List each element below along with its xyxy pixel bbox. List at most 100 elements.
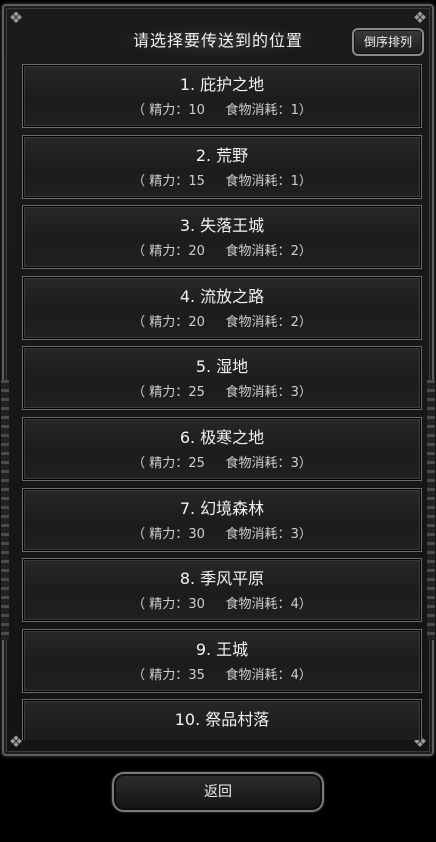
location-item[interactable]: 8. 季风平原（ 精力：30 食物消耗：4） <box>22 558 422 623</box>
energy-value: 25 <box>188 456 205 471</box>
location-name: 2. 荒野 <box>195 145 249 165</box>
colon: ： <box>277 597 291 613</box>
colon: ： <box>175 103 189 118</box>
energy-value: 20 <box>188 244 205 260</box>
location-name: 6. 极寒之地 <box>179 428 265 447</box>
colon: ： <box>277 667 291 683</box>
energy-value: 25 <box>188 385 205 401</box>
energy-value: 30 <box>188 526 205 542</box>
location-name: 8. 季风平原 <box>179 569 265 589</box>
location-name: 7. 幻境森林 <box>179 498 265 518</box>
location-item[interactable]: 3. 失落王城（ 精力：20 食物消耗：2） <box>22 205 422 270</box>
colon: ： <box>175 526 189 542</box>
paren-open: （ <box>132 385 150 401</box>
location-cost: （ 精力：25 食物消耗：3） <box>23 455 421 473</box>
paren-close: ） <box>298 244 312 260</box>
energy-label: 精力 <box>149 667 176 683</box>
food-label: 食物消耗 <box>225 597 278 613</box>
location-item[interactable]: 6. 极寒之地 （ 精力：25 食物消耗：3） <box>22 417 422 481</box>
location-cost: （ 精力：15 食物消耗：1） <box>23 173 421 191</box>
food-value: 3 <box>290 526 299 542</box>
paren-open: （ <box>132 597 150 613</box>
location-cost: （ 精力：25 食物消耗：3） <box>23 384 421 402</box>
food-value: 4 <box>290 667 299 683</box>
food-label: 食物消耗 <box>225 456 278 471</box>
energy-label: 精力 <box>149 103 176 118</box>
paren-close: ） <box>298 456 312 471</box>
colon: ： <box>277 103 291 118</box>
location-cost: （ 精力：10 食物消耗：1） <box>23 102 421 120</box>
paren-open: （ <box>132 667 150 683</box>
location-item[interactable]: 4. 流放之路（ 精力：20 食物消耗：2） <box>22 275 422 340</box>
paren-close: ） <box>298 385 312 401</box>
energy-value: 10 <box>188 103 205 118</box>
energy-label: 精力 <box>149 526 176 542</box>
energy-label: 精力 <box>149 456 176 471</box>
energy-label: 精力 <box>149 597 176 613</box>
paren-open: （ <box>132 526 150 542</box>
reverse-sort-button[interactable]: 倒序排列 <box>352 28 424 56</box>
paren-close: ） <box>298 173 312 189</box>
colon: ： <box>277 385 291 401</box>
corner-ornament-icon: ❖ <box>8 8 24 27</box>
colon: ： <box>175 385 189 401</box>
location-cost: （ 精力：20 食物消耗：2） <box>23 243 421 261</box>
paren-open: （ <box>132 456 150 471</box>
food-label: 食物消耗 <box>225 526 278 542</box>
paren-open: （ <box>132 314 150 330</box>
paren-open: （ <box>132 173 150 189</box>
paren-open: （ <box>132 244 150 260</box>
energy-value: 20 <box>188 314 205 330</box>
paren-close: ） <box>298 597 312 613</box>
location-item[interactable]: 10. 祭品村落 <box>22 699 422 740</box>
food-value: 3 <box>290 385 299 401</box>
food-label: 食物消耗 <box>225 314 278 330</box>
location-cost: （ 精力：30 食物消耗：3） <box>23 526 421 544</box>
location-name: 10. 祭品村落 <box>174 710 270 730</box>
energy-label: 精力 <box>149 314 176 330</box>
back-button[interactable]: 返回 <box>112 772 324 812</box>
paren-close: ） <box>298 103 312 118</box>
colon: ： <box>277 173 291 189</box>
energy-value: 15 <box>188 173 205 189</box>
location-name: 9. 王城 <box>195 639 249 659</box>
colon: ： <box>175 667 189 683</box>
location-item[interactable]: 5. 湿地 （ 精力：25 食物消耗：3） <box>22 346 422 411</box>
frame-right-ornament <box>427 380 435 640</box>
food-label: 食物消耗 <box>225 667 278 683</box>
location-list[interactable]: 1. 庇护之地（ 精力：10 食物消耗：1） 2. 荒野（ 精力：15 食物消耗：… <box>22 64 424 740</box>
location-name: 5. 湿地 <box>195 357 249 377</box>
energy-value: 30 <box>188 597 205 613</box>
location-cost: （ 精力：20 食物消耗：2） <box>23 314 421 332</box>
colon: ： <box>277 244 291 260</box>
colon: ： <box>277 314 291 330</box>
location-item[interactable]: 9. 王城 （ 精力：35 食物消耗：4） <box>22 628 422 693</box>
frame-left-ornament <box>1 380 9 640</box>
food-value: 1 <box>290 103 299 118</box>
food-label: 食物消耗 <box>225 385 278 401</box>
location-cost: （ 精力：35 食物消耗：4） <box>23 667 421 685</box>
food-label: 食物消耗 <box>225 173 278 189</box>
corner-ornament-icon: ❖ <box>412 8 428 27</box>
food-value: 2 <box>290 244 299 260</box>
location-item[interactable]: 2. 荒野（ 精力：15 食物消耗：1） <box>22 134 422 199</box>
location-name: 3. 失落王城 <box>179 216 265 236</box>
location-cost: （ 精力：30 食物消耗：4） <box>23 596 421 614</box>
food-label: 食物消耗 <box>225 244 278 260</box>
colon: ： <box>277 456 291 471</box>
food-value: 4 <box>290 597 299 613</box>
colon: ： <box>175 597 189 613</box>
colon: ： <box>175 456 189 471</box>
energy-label: 精力 <box>149 244 176 260</box>
location-item[interactable]: 7. 幻境森林（ 精力：30 食物消耗：3） <box>22 487 422 552</box>
location-item[interactable]: 1. 庇护之地（ 精力：10 食物消耗：1） <box>22 64 422 128</box>
